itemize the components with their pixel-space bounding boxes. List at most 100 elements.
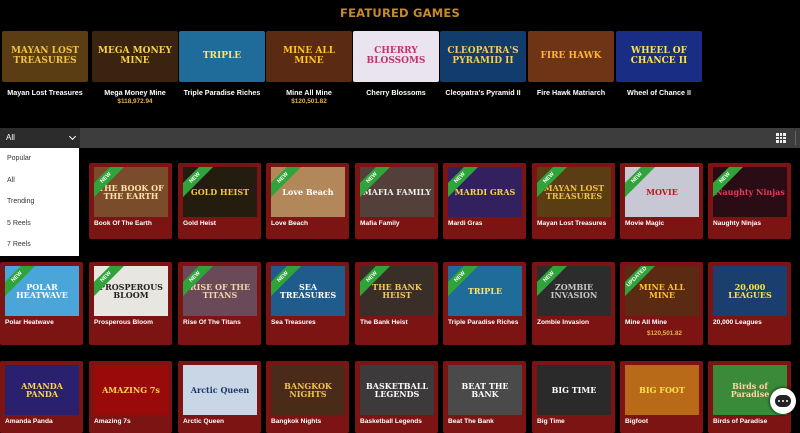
featured-game-thumbnail[interactable]: MINE ALL MINE xyxy=(266,31,352,82)
featured-game-thumbnail[interactable]: CLEOPATRA'S PYRAMID II xyxy=(440,31,526,82)
game-card[interactable]: MOVIE NEW Movie Magic xyxy=(620,163,703,239)
game-name: Book Of The Earth xyxy=(94,220,152,227)
game-card[interactable]: Arctic Queen Arctic Queen xyxy=(178,361,261,433)
featured-game-card[interactable]: MAYAN LOST TREASURES Mayan Lost Treasures xyxy=(2,31,88,97)
jackpot-amount: $120,501.82 xyxy=(647,330,683,337)
featured-game-card[interactable]: WHEEL OF CHANCE II Wheel of Chance II xyxy=(616,31,702,97)
grid-view-icon[interactable] xyxy=(776,133,786,143)
game-name: Beat The Bank xyxy=(448,418,494,425)
filter-bar: All xyxy=(0,128,800,148)
game-card[interactable]: AMANDA PANDA Amanda Panda xyxy=(0,361,83,433)
game-name: Sea Treasures xyxy=(271,319,316,326)
game-card[interactable]: MARDI GRAS NEW Mardi Gras xyxy=(443,163,526,239)
ribbon-badge: NEW xyxy=(448,266,488,306)
category-select[interactable]: All xyxy=(0,128,80,148)
game-card[interactable]: MAYAN LOST TREASURES NEW Mayan Lost Treasu… xyxy=(532,163,615,239)
game-card[interactable]: SEA TREASURES NEW Sea Treasures xyxy=(266,262,349,345)
game-thumbnail[interactable]: AMAZING 7s xyxy=(94,365,168,415)
featured-game-card[interactable]: TRIPLE Triple Paradise Riches xyxy=(179,31,265,97)
featured-game-name: Mega Money Mine xyxy=(104,88,166,97)
ribbon-label: NEW xyxy=(183,266,217,299)
game-thumbnail[interactable]: BANGKOK NIGHTS xyxy=(271,365,345,415)
featured-game-thumbnail[interactable]: MEGA MONEY MINE xyxy=(92,31,178,82)
game-card[interactable]: TRIPLE NEW Triple Paradise Riches xyxy=(443,262,526,345)
game-name: Arctic Queen xyxy=(183,418,225,425)
ribbon-badge: UPDATED xyxy=(625,266,665,306)
featured-game-card[interactable]: CLEOPATRA'S PYRAMID II Cleopatra's Pyrami… xyxy=(440,31,526,97)
featured-game-thumbnail[interactable]: CHERRY BLOSSOMS xyxy=(353,31,439,82)
game-name: Mardi Gras xyxy=(448,220,483,227)
ribbon-label: NEW xyxy=(271,266,305,299)
game-thumbnail[interactable]: BIG TIME xyxy=(537,365,611,415)
game-name: Gold Heist xyxy=(183,220,216,227)
ribbon-label: NEW xyxy=(271,167,305,200)
chevron-down-icon xyxy=(68,132,77,141)
game-name: Bangkok Nights xyxy=(271,418,322,425)
game-name: Movie Magic xyxy=(625,220,665,227)
game-card[interactable]: BEAT THE BANK Beat The Bank xyxy=(443,361,526,433)
game-name: Bigfoot xyxy=(625,418,649,425)
game-name: Amazing 7s xyxy=(94,418,131,425)
game-name: Polar Heatwave xyxy=(5,319,54,326)
dropdown-option[interactable]: 7 Reels xyxy=(0,234,79,256)
ribbon-label: NEW xyxy=(713,167,747,200)
game-name: Prosperous Bloom xyxy=(94,319,153,326)
ribbon-label: NEW xyxy=(360,167,394,200)
featured-game-name: Triple Paradise Riches xyxy=(183,88,261,97)
ribbon-label: NEW xyxy=(448,167,482,200)
ribbon-badge: NEW xyxy=(448,167,488,207)
game-card[interactable]: THE BOOK OF THE EARTH NEW Book Of The Eart… xyxy=(89,163,172,239)
game-name: Zombie Invasion xyxy=(537,319,590,326)
game-card[interactable]: BIG TIME Big Time xyxy=(532,361,615,433)
game-thumbnail[interactable]: Arctic Queen xyxy=(183,365,257,415)
game-card[interactable]: 20,000 LEAGUES 20,000 Leagues xyxy=(708,262,791,345)
featured-game-card[interactable]: MEGA MONEY MINE Mega Money Mine $118,972.9… xyxy=(92,31,178,105)
game-thumbnail[interactable]: BEAT THE BANK xyxy=(448,365,522,415)
game-card[interactable]: ZOMBIE INVASION NEW Zombie Invasion xyxy=(532,262,615,345)
game-card[interactable]: BIG FOOT Bigfoot xyxy=(620,361,703,433)
game-thumbnail[interactable]: 20,000 LEAGUES xyxy=(713,266,787,316)
game-thumbnail[interactable]: BIG FOOT xyxy=(625,365,699,415)
featured-game-card[interactable]: FIRE HAWK Fire Hawk Matriarch xyxy=(528,31,614,97)
game-card[interactable]: POLAR HEATWAVE NEW Polar Heatwave xyxy=(0,262,83,345)
game-card[interactable]: MINE ALL MINE UPDATED Mine All Mine $120,50… xyxy=(620,262,703,345)
ribbon-label: NEW xyxy=(360,266,394,299)
ribbon-badge: NEW xyxy=(271,167,311,207)
featured-game-card[interactable]: MINE ALL MINE Mine All Mine $120,501.82 xyxy=(266,31,352,105)
game-card[interactable]: GOLD HEIST NEW Gold Heist xyxy=(178,163,261,239)
game-name: The Bank Heist xyxy=(360,319,408,326)
dropdown-option[interactable]: Trending xyxy=(0,191,79,213)
featured-game-thumbnail[interactable]: FIRE HAWK xyxy=(528,31,614,82)
game-card[interactable]: THE BANK HEIST NEW The Bank Heist xyxy=(355,262,438,345)
game-card[interactable]: Naughty Ninjas NEW Naughty Ninjas xyxy=(708,163,791,239)
game-card[interactable]: BANGKOK NIGHTS Bangkok Nights xyxy=(266,361,349,433)
chat-bubble-icon[interactable] xyxy=(770,388,796,414)
game-name: Amanda Panda xyxy=(5,418,53,425)
dropdown-option[interactable]: All xyxy=(0,170,79,192)
ribbon-badge: NEW xyxy=(360,266,400,306)
game-card[interactable]: BASKETBALL LEGENDS Basketball Legends xyxy=(355,361,438,433)
featured-game-thumbnail[interactable]: WHEEL OF CHANCE II xyxy=(616,31,702,82)
game-card[interactable]: PROSPEROUS BLOOM NEW Prosperous Bloom xyxy=(89,262,172,345)
dropdown-option[interactable]: Popular xyxy=(0,148,79,170)
game-card[interactable]: RISE OF THE TITANS NEW Rise Of The Titans xyxy=(178,262,261,345)
featured-game-thumbnail[interactable]: MAYAN LOST TREASURES xyxy=(2,31,88,82)
game-name: Mine All Mine xyxy=(625,319,667,326)
game-name: Rise Of The Titans xyxy=(183,319,241,326)
featured-game-card[interactable]: CHERRY BLOSSOMS Cherry Blossoms xyxy=(353,31,439,97)
game-name: Love Beach xyxy=(271,220,309,227)
game-card[interactable]: MAFIA FAMILY NEW Mafia Family xyxy=(355,163,438,239)
featured-game-name: Mayan Lost Treasures xyxy=(7,88,83,97)
game-thumbnail[interactable]: AMANDA PANDA xyxy=(5,365,79,415)
game-card[interactable]: AMAZING 7s Amazing 7s xyxy=(89,361,172,433)
dropdown-option[interactable]: 5 Reels xyxy=(0,213,79,235)
game-name: Basketball Legends xyxy=(360,418,422,425)
game-card[interactable]: Love Beach NEW Love Beach xyxy=(266,163,349,239)
ribbon-badge: NEW xyxy=(271,266,311,306)
ribbon-label: NEW xyxy=(537,266,571,299)
ribbon-label: NEW xyxy=(5,266,39,299)
ribbon-label: NEW xyxy=(94,167,128,200)
ribbon-badge: NEW xyxy=(183,167,223,207)
featured-game-thumbnail[interactable]: TRIPLE xyxy=(179,31,265,82)
game-thumbnail[interactable]: BASKETBALL LEGENDS xyxy=(360,365,434,415)
